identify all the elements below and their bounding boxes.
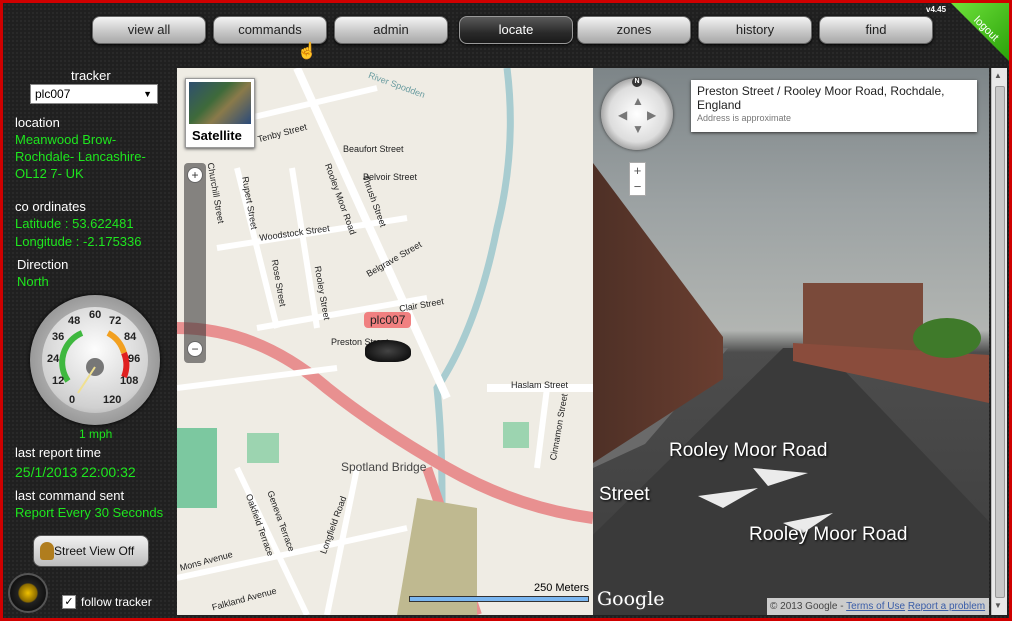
- map-scale-bar: [409, 596, 589, 602]
- compass-north-label: N: [632, 77, 642, 87]
- location-line-3: OL12 7- UK: [15, 166, 84, 181]
- street-view-footer: © 2013 Google - Terms of Use Report a pr…: [767, 598, 989, 615]
- location-line-2: Rochdale- Lancashire-: [15, 149, 146, 164]
- terms-link[interactable]: Terms of Use: [846, 601, 905, 612]
- gauge-face: 0 12 24 36 48 60 72 84 96 108 120: [42, 307, 148, 413]
- nav-find-button[interactable]: find: [819, 16, 933, 44]
- logout-button[interactable]: logout: [951, 3, 1009, 61]
- app-window: view all commands admin locate zones his…: [3, 3, 1009, 618]
- pegman-icon: [40, 542, 54, 560]
- sv-nav-link[interactable]: Rooley Moor Road: [749, 524, 907, 546]
- last-report-label: last report time: [15, 445, 101, 460]
- compass-control[interactable]: N ▲ ▼ ◀ ▶: [601, 77, 673, 150]
- nav-admin-button[interactable]: admin: [334, 16, 448, 44]
- direction-value: North: [17, 274, 49, 289]
- nav-zones-button[interactable]: zones: [577, 16, 691, 44]
- map-view[interactable]: Satellite + − Tenby Street Beaufort Stre…: [177, 68, 593, 615]
- sv-zoom-out-icon[interactable]: −: [630, 179, 645, 195]
- gauge-tick-0: 0: [69, 394, 76, 406]
- gauge-tick-60: 60: [89, 309, 102, 321]
- gauge-tick-36: 36: [52, 331, 65, 343]
- street-view-button-label: Street View Off: [54, 544, 135, 558]
- street-view-toggle-button[interactable]: Street View Off: [33, 535, 149, 567]
- nav-locate-button[interactable]: locate: [459, 16, 573, 44]
- place-label: Spotland Bridge: [341, 460, 427, 474]
- tracker-select-value: plc007: [35, 87, 71, 101]
- street-view-address: Preston Street / Rooley Moor Road, Rochd…: [697, 84, 945, 112]
- street-view-zoom[interactable]: + −: [629, 162, 646, 196]
- zoom-in-icon[interactable]: +: [187, 167, 203, 183]
- copyright-text: © 2013 Google -: [770, 601, 844, 612]
- scrollbar-thumb[interactable]: [995, 86, 1005, 598]
- tracker-marker-label: plc007: [364, 312, 412, 328]
- version-label: v4.45: [926, 5, 947, 14]
- street-label: Haslam Street: [511, 380, 569, 390]
- longitude-value: Longitude : -2.175336: [15, 234, 142, 249]
- gauge-tick-120: 120: [103, 394, 122, 406]
- map-scale-label: 250 Meters: [533, 582, 589, 594]
- location-line-1: Meanwood Brow-: [15, 132, 117, 147]
- google-logo: Google: [597, 588, 665, 610]
- speed-value: 1 mph: [79, 427, 113, 441]
- location-label: location: [15, 115, 60, 130]
- gauge-tick-84: 84: [124, 331, 137, 343]
- tracker-label: tracker: [71, 68, 111, 83]
- logout-label: logout: [971, 14, 1001, 44]
- last-command-label: last command sent: [15, 488, 125, 503]
- pan-right-icon[interactable]: ▶: [647, 108, 656, 122]
- speedometer-gauge: 0 12 24 36 48 60 72 84 96 108 120: [30, 295, 160, 425]
- street-view-address-box: Preston Street / Rooley Moor Road, Rochd…: [691, 80, 977, 132]
- nav-history-button[interactable]: history: [698, 16, 812, 44]
- satellite-toggle[interactable]: Satellite: [185, 78, 255, 148]
- zoom-out-icon[interactable]: −: [187, 341, 203, 357]
- sv-nav-link[interactable]: Rooley Moor Road: [669, 440, 827, 462]
- speaker-icon[interactable]: [8, 573, 48, 613]
- pan-down-icon[interactable]: ▼: [632, 122, 644, 136]
- top-nav: view all commands admin locate zones his…: [3, 3, 1009, 63]
- nav-view-all-button[interactable]: view all: [92, 16, 206, 44]
- nav-commands-button[interactable]: commands: [213, 16, 327, 44]
- report-problem-link[interactable]: Report a problem: [908, 601, 985, 612]
- gauge-tick-72: 72: [109, 315, 122, 327]
- street-label: Beaufort Street: [343, 144, 404, 154]
- vertical-scrollbar[interactable]: ▲ ▼: [991, 68, 1007, 615]
- gauge-tick-48: 48: [68, 315, 81, 327]
- pan-left-icon[interactable]: ◀: [618, 108, 627, 122]
- gauge-tick-24: 24: [47, 353, 60, 365]
- satellite-label: Satellite: [192, 128, 242, 143]
- sv-zoom-in-icon[interactable]: +: [630, 163, 645, 179]
- scroll-down-icon[interactable]: ▼: [994, 601, 1002, 610]
- car-marker-icon[interactable]: [365, 340, 411, 362]
- latitude-value: Latitude : 53.622481: [15, 216, 134, 231]
- gauge-tick-12: 12: [52, 375, 65, 387]
- last-report-value: 25/1/2013 22:00:32: [15, 464, 136, 480]
- map-scale: 250 Meters: [409, 582, 589, 602]
- tracker-info-panel: tracker plc007 ▼ location Meanwood Brow-…: [3, 65, 175, 618]
- direction-label: Direction: [17, 257, 69, 272]
- map-zoom-control[interactable]: + −: [184, 163, 206, 363]
- pan-up-icon[interactable]: ▲: [632, 94, 644, 108]
- follow-tracker-label: follow tracker: [81, 595, 152, 609]
- address-approx-note: Address is approximate: [697, 113, 792, 123]
- street-view-panel[interactable]: Preston Street / Rooley Moor Road, Rochd…: [593, 68, 989, 615]
- gauge-tick-108: 108: [120, 375, 139, 387]
- sv-nav-link[interactable]: Street: [599, 484, 650, 506]
- coordinates-label: co ordinates: [15, 199, 86, 214]
- gauge-tick-96: 96: [128, 353, 141, 365]
- hand-cursor-icon: ☝: [297, 43, 317, 60]
- chevron-down-icon: ▼: [143, 89, 152, 99]
- tracker-select[interactable]: plc007 ▼: [30, 84, 158, 104]
- satellite-thumbnail: [189, 82, 251, 124]
- last-command-value: Report Every 30 Seconds: [15, 505, 164, 520]
- scroll-up-icon[interactable]: ▲: [994, 71, 1002, 80]
- follow-tracker-checkbox[interactable]: ✓: [62, 595, 76, 609]
